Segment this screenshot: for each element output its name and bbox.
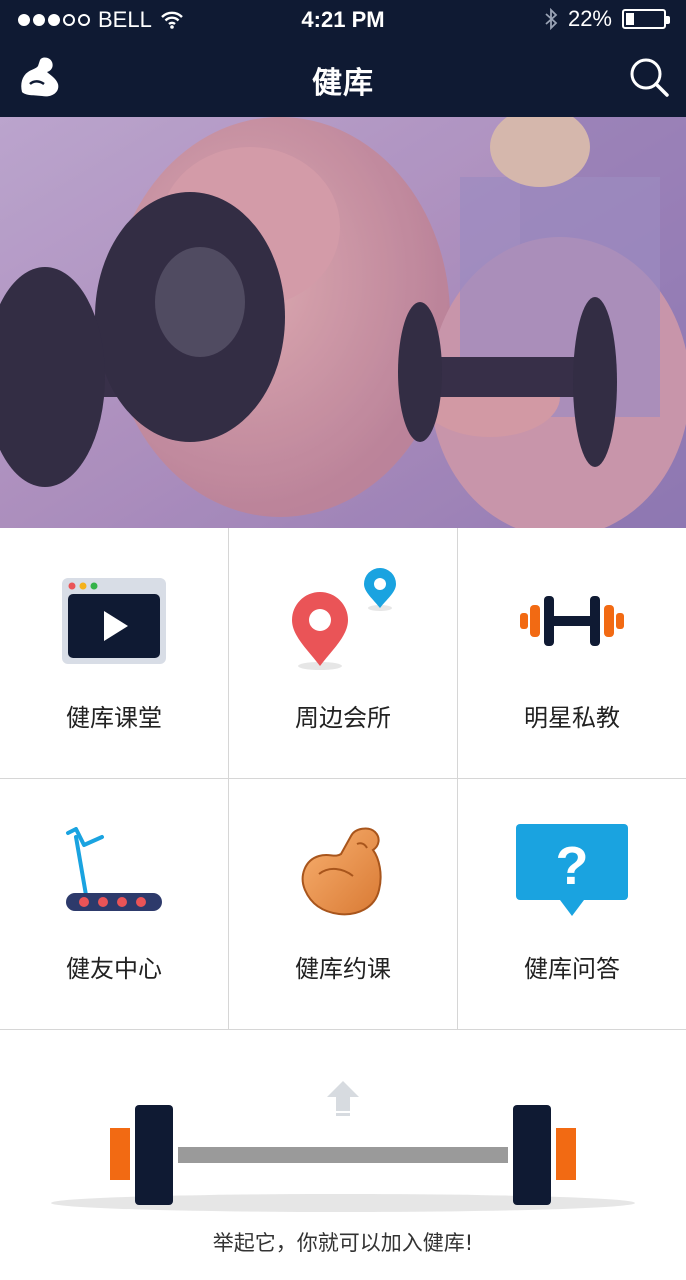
bluetooth-icon — [545, 8, 558, 30]
menu-item-booking[interactable]: 健库约课 — [229, 779, 458, 1030]
app-header: BELL 4:21 PM 22% 健库 — [0, 0, 686, 117]
menu-item-community[interactable]: 健友中心 — [0, 779, 229, 1030]
menu-label: 健库课堂 — [66, 704, 162, 732]
barbell-icon[interactable] — [0, 1031, 686, 1221]
menu-label: 健库问答 — [524, 955, 620, 983]
lift-section: 举起它，你就可以加入健库! — [0, 1031, 686, 1280]
menu-label: 周边会所 — [295, 704, 391, 732]
flexed-biceps-icon — [301, 827, 382, 916]
hero-banner[interactable] — [0, 117, 686, 528]
dumbbell-icon — [520, 596, 624, 646]
map-pin-icon — [292, 568, 396, 670]
dumbbell-workout-photo — [0, 117, 686, 528]
svg-text:?: ? — [556, 836, 589, 896]
menu-label: 健库约课 — [295, 955, 391, 983]
video-player-icon — [62, 578, 166, 664]
menu-label: 健友中心 — [66, 955, 162, 983]
question-bubble-icon: ? — [516, 824, 628, 916]
status-bar: BELL 4:21 PM 22% — [0, 0, 686, 40]
battery-percent: 22% — [567, 6, 612, 31]
menu-item-trainer[interactable]: 明星私教 — [458, 528, 686, 779]
menu-label: 明星私教 — [524, 704, 620, 732]
treadmill-icon — [66, 827, 162, 911]
menu-item-nearby[interactable]: 周边会所 — [229, 528, 458, 779]
battery-icon — [622, 9, 670, 29]
search-icon[interactable] — [628, 56, 670, 98]
menu-item-course[interactable]: 健库课堂 — [0, 528, 229, 779]
nav-bar: 健库 — [0, 40, 686, 117]
join-slogan: 举起它，你就可以加入健库! — [212, 1231, 474, 1255]
page-title: 健库 — [312, 66, 374, 101]
feature-grid: 健库课堂 周边会所 明星私教 健友中心 健库约课 ? 健库问答 — [0, 528, 686, 1030]
status-right: 22% — [544, 6, 670, 32]
menu-item-qa[interactable]: ? 健库问答 — [458, 779, 686, 1030]
